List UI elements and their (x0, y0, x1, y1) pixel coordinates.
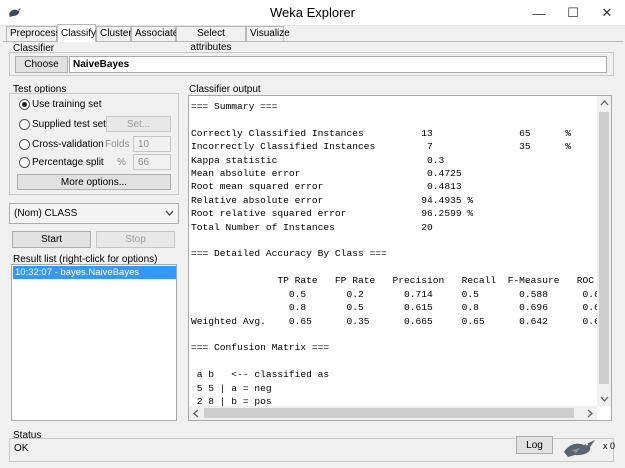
scroll-down-icon[interactable] (597, 392, 611, 406)
status-text: OK (14, 443, 29, 454)
percentage-split-label: Percentage split (32, 157, 104, 168)
use-training-set-radio[interactable] (19, 99, 30, 110)
tab-preprocess[interactable]: Preprocess (6, 26, 61, 41)
set-test-set-button[interactable]: Set... (106, 116, 171, 132)
maximize-button[interactable]: ☐ (556, 0, 590, 26)
tab-associate[interactable]: Associate (131, 26, 178, 41)
scroll-left-icon[interactable] (189, 406, 203, 420)
task-multiplier: x 0 (603, 441, 616, 451)
supplied-test-set-label: Supplied test set (32, 119, 106, 130)
choose-button[interactable]: Choose (15, 56, 68, 73)
minimize-icon: — (532, 5, 546, 21)
cross-validation-radio[interactable] (19, 139, 30, 150)
supplied-test-set-radio[interactable] (19, 119, 30, 130)
tab-visualize[interactable]: Visualize (246, 26, 290, 41)
minimize-button[interactable]: — (522, 0, 556, 26)
result-list[interactable]: 10:32:07 - bayes.NaiveBayes (11, 264, 177, 421)
start-button[interactable]: Start (12, 231, 91, 248)
classifier-name-field[interactable]: NaiveBayes (69, 56, 607, 73)
close-button[interactable]: ✕ (590, 0, 624, 26)
classifier-output[interactable]: === Summary === Correctly Classified Ins… (188, 95, 612, 421)
tab-classify[interactable]: Classify (57, 24, 96, 42)
folds-field[interactable]: 10 (133, 136, 171, 152)
log-button[interactable]: Log (516, 436, 553, 454)
percentage-split-radio[interactable] (19, 157, 30, 168)
classifier-output-text: === Summary === Correctly Classified Ins… (191, 101, 611, 407)
percentage-field[interactable]: 66 (133, 154, 171, 170)
stop-button[interactable]: Stop (96, 231, 175, 248)
folds-label: Folds (105, 139, 130, 150)
output-vertical-scroll-thumb[interactable] (599, 112, 609, 384)
use-training-set-label: Use training set (32, 99, 102, 110)
tab-select-attributes[interactable]: Select attributes (176, 26, 246, 53)
chevron-down-icon (165, 207, 174, 222)
weka-bird-icon[interactable] (562, 436, 598, 461)
close-icon: ✕ (601, 5, 613, 20)
scroll-up-icon[interactable] (597, 96, 611, 110)
maximize-icon: ☐ (567, 5, 579, 20)
cross-validation-label: Cross-validation (32, 139, 104, 150)
result-list-item[interactable]: 10:32:07 - bayes.NaiveBayes (13, 266, 176, 279)
percent-sign: % (117, 157, 126, 168)
class-select-value: (Nom) CLASS (14, 208, 78, 219)
tab-cluster[interactable]: Cluster (96, 26, 132, 41)
classifier-output-label: Classifier output (189, 84, 261, 95)
class-select[interactable]: (Nom) CLASS (9, 203, 179, 224)
output-horizontal-scroll-thumb[interactable] (204, 408, 574, 418)
scroll-right-icon[interactable] (583, 406, 597, 420)
more-options-button[interactable]: More options... (17, 174, 171, 190)
